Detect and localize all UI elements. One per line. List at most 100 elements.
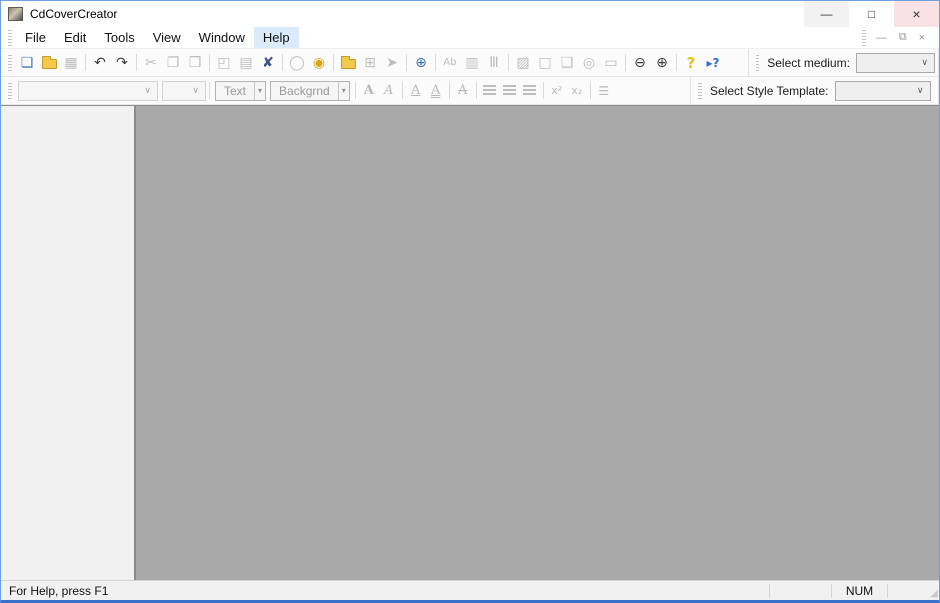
select-style-template-combobox[interactable]: ∨ — [834, 80, 931, 101]
filled-frame-button[interactable]: ❑ — [556, 52, 578, 74]
window-title: CdCoverCreator — [30, 7, 118, 21]
delete-cover-button[interactable]: ✘ — [257, 52, 279, 74]
open-folder-button[interactable] — [38, 52, 60, 74]
redo-icon: ↷ — [116, 54, 128, 71]
font-size-combobox[interactable]: ∨ — [162, 80, 206, 101]
mdi-minimize-icon: — — [875, 31, 887, 44]
menu-bar: File Edit Tools View Window Help — ⧉ × — [1, 27, 939, 49]
table-button[interactable]: ⊞ — [359, 52, 381, 74]
menu-help[interactable]: Help — [253, 27, 299, 48]
toolbar-separator — [85, 54, 86, 71]
filled-frame-icon: ❑ — [560, 54, 574, 71]
disc-button[interactable]: ◎ — [578, 52, 600, 74]
mdi-close-icon: × — [918, 31, 925, 44]
find-in-page-button[interactable]: ⊕ — [410, 52, 432, 74]
text-color-dropdown[interactable]: Text ▾ — [215, 80, 267, 101]
select-medium-combobox[interactable]: ∨ — [855, 52, 935, 73]
menu-file[interactable]: File — [16, 27, 55, 48]
tray-button[interactable]: ▭ — [600, 52, 622, 74]
toolbar-separator — [589, 82, 591, 99]
toolbar-separator — [435, 54, 436, 71]
copy-button[interactable]: ❐ — [162, 52, 184, 74]
select-style-template-label: Select Style Template: — [710, 83, 829, 98]
medium-toolbar-gripper[interactable] — [756, 54, 760, 71]
forward-arrow-button[interactable]: ➤ — [381, 52, 403, 74]
mdi-restore-button[interactable]: ⧉ — [893, 31, 913, 44]
mdi-gripper[interactable] — [861, 29, 866, 46]
background-color-dropdown[interactable]: Backgrnd ▾ — [270, 80, 350, 101]
underline-button[interactable]: A — [406, 80, 426, 102]
status-bar: For Help, press F1 NUM ◢ — [1, 580, 939, 600]
print-preview-button[interactable]: ◰ — [213, 52, 235, 74]
align-right-button[interactable] — [520, 80, 540, 102]
undo-icon: ↶ — [94, 54, 106, 71]
menu-view[interactable]: View — [144, 27, 190, 48]
text-color-label: Text — [224, 83, 247, 98]
align-left-button[interactable] — [480, 80, 500, 102]
bold-button[interactable]: A — [359, 80, 379, 102]
superscript-button[interactable]: x² — [547, 80, 567, 102]
draw-circle-button[interactable]: ◯ — [286, 52, 308, 74]
format-toolbar-gripper[interactable] — [8, 82, 12, 99]
status-pane-empty — [769, 583, 831, 598]
menu-window[interactable]: Window — [190, 27, 254, 48]
globe-button[interactable]: ◉ — [308, 52, 330, 74]
redo-button[interactable]: ↷ — [111, 52, 133, 74]
menu-edit[interactable]: Edit — [55, 27, 95, 48]
paste-button[interactable]: ❒ — [184, 52, 206, 74]
menu-gripper[interactable] — [8, 29, 12, 46]
context-help-button[interactable]: ▸? — [702, 52, 724, 74]
columns-button[interactable]: Ⅲ — [483, 52, 505, 74]
main-toolbar-row: ❏ ▦ ↶ ↷ ✂ ❐ ❒ ◰ ▤ ✘ ◯ ◉ ⊞ ➤ ⊕ Ab ▥ Ⅲ ▨ □… — [1, 49, 939, 77]
dropdown-arrow-icon: ▾ — [254, 81, 265, 100]
save-button[interactable]: ▦ — [60, 52, 82, 74]
toolbar-separator — [475, 82, 477, 99]
title-bar: CdCoverCreator — □ × — [1, 1, 939, 27]
align-left-icon — [483, 85, 497, 96]
mdi-close-button[interactable]: × — [913, 32, 931, 44]
zoom-in-button[interactable]: ⊕ — [651, 52, 673, 74]
new-document-button[interactable]: ❏ — [16, 52, 38, 74]
toolbar-gripper[interactable] — [8, 54, 12, 71]
delete-cover-icon: ✘ — [262, 54, 274, 71]
chevron-down-icon: ∨ — [921, 57, 928, 67]
text-field-button[interactable]: Ab — [439, 52, 461, 74]
underline-double-icon: A — [431, 83, 441, 98]
mdi-minimize-button[interactable]: — — [870, 32, 893, 44]
menu-tools[interactable]: Tools — [95, 27, 143, 48]
toolbar-separator — [676, 54, 677, 71]
close-button[interactable]: × — [894, 1, 939, 27]
mdi-restore-icon: ⧉ — [898, 31, 907, 43]
minimize-button[interactable]: — — [804, 1, 849, 27]
table-icon: ⊞ — [364, 54, 376, 71]
new-document-icon: ❏ — [20, 54, 34, 71]
print-button[interactable]: ▤ — [235, 52, 257, 74]
search-folder-button[interactable] — [337, 52, 359, 74]
resize-grip[interactable]: ◢ — [925, 582, 939, 600]
underline-double-button[interactable]: A — [426, 80, 446, 102]
frame-grid-button[interactable]: ▥ — [461, 52, 483, 74]
font-name-combobox[interactable]: ∨ — [18, 80, 158, 101]
maximize-button[interactable]: □ — [849, 1, 894, 27]
frame-button[interactable]: □ — [534, 52, 556, 74]
image-icon: ▨ — [516, 54, 530, 71]
bullet-list-button[interactable]: ☰ — [594, 80, 614, 102]
undo-button[interactable]: ↶ — [89, 52, 111, 74]
frame-grid-icon: ▥ — [465, 54, 479, 71]
zoom-out-button[interactable]: ⊖ — [629, 52, 651, 74]
underline-icon: A — [411, 83, 421, 98]
cut-button[interactable]: ✂ — [140, 52, 162, 74]
italic-button[interactable]: A — [379, 80, 399, 102]
strikethrough-button[interactable]: A — [453, 80, 473, 102]
toolbar-separator — [209, 54, 210, 71]
style-toolbar-gripper[interactable] — [698, 82, 702, 99]
superscript-icon: x² — [551, 84, 563, 97]
forward-arrow-icon: ➤ — [386, 54, 398, 71]
globe-icon: ◉ — [312, 54, 326, 71]
align-center-button[interactable] — [500, 80, 520, 102]
image-button[interactable]: ▨ — [512, 52, 534, 74]
num-lock-indicator: NUM — [831, 583, 887, 598]
subscript-button[interactable]: x₂ — [567, 80, 587, 102]
status-pane-empty — [887, 583, 925, 598]
help-button[interactable]: ? — [680, 52, 702, 74]
